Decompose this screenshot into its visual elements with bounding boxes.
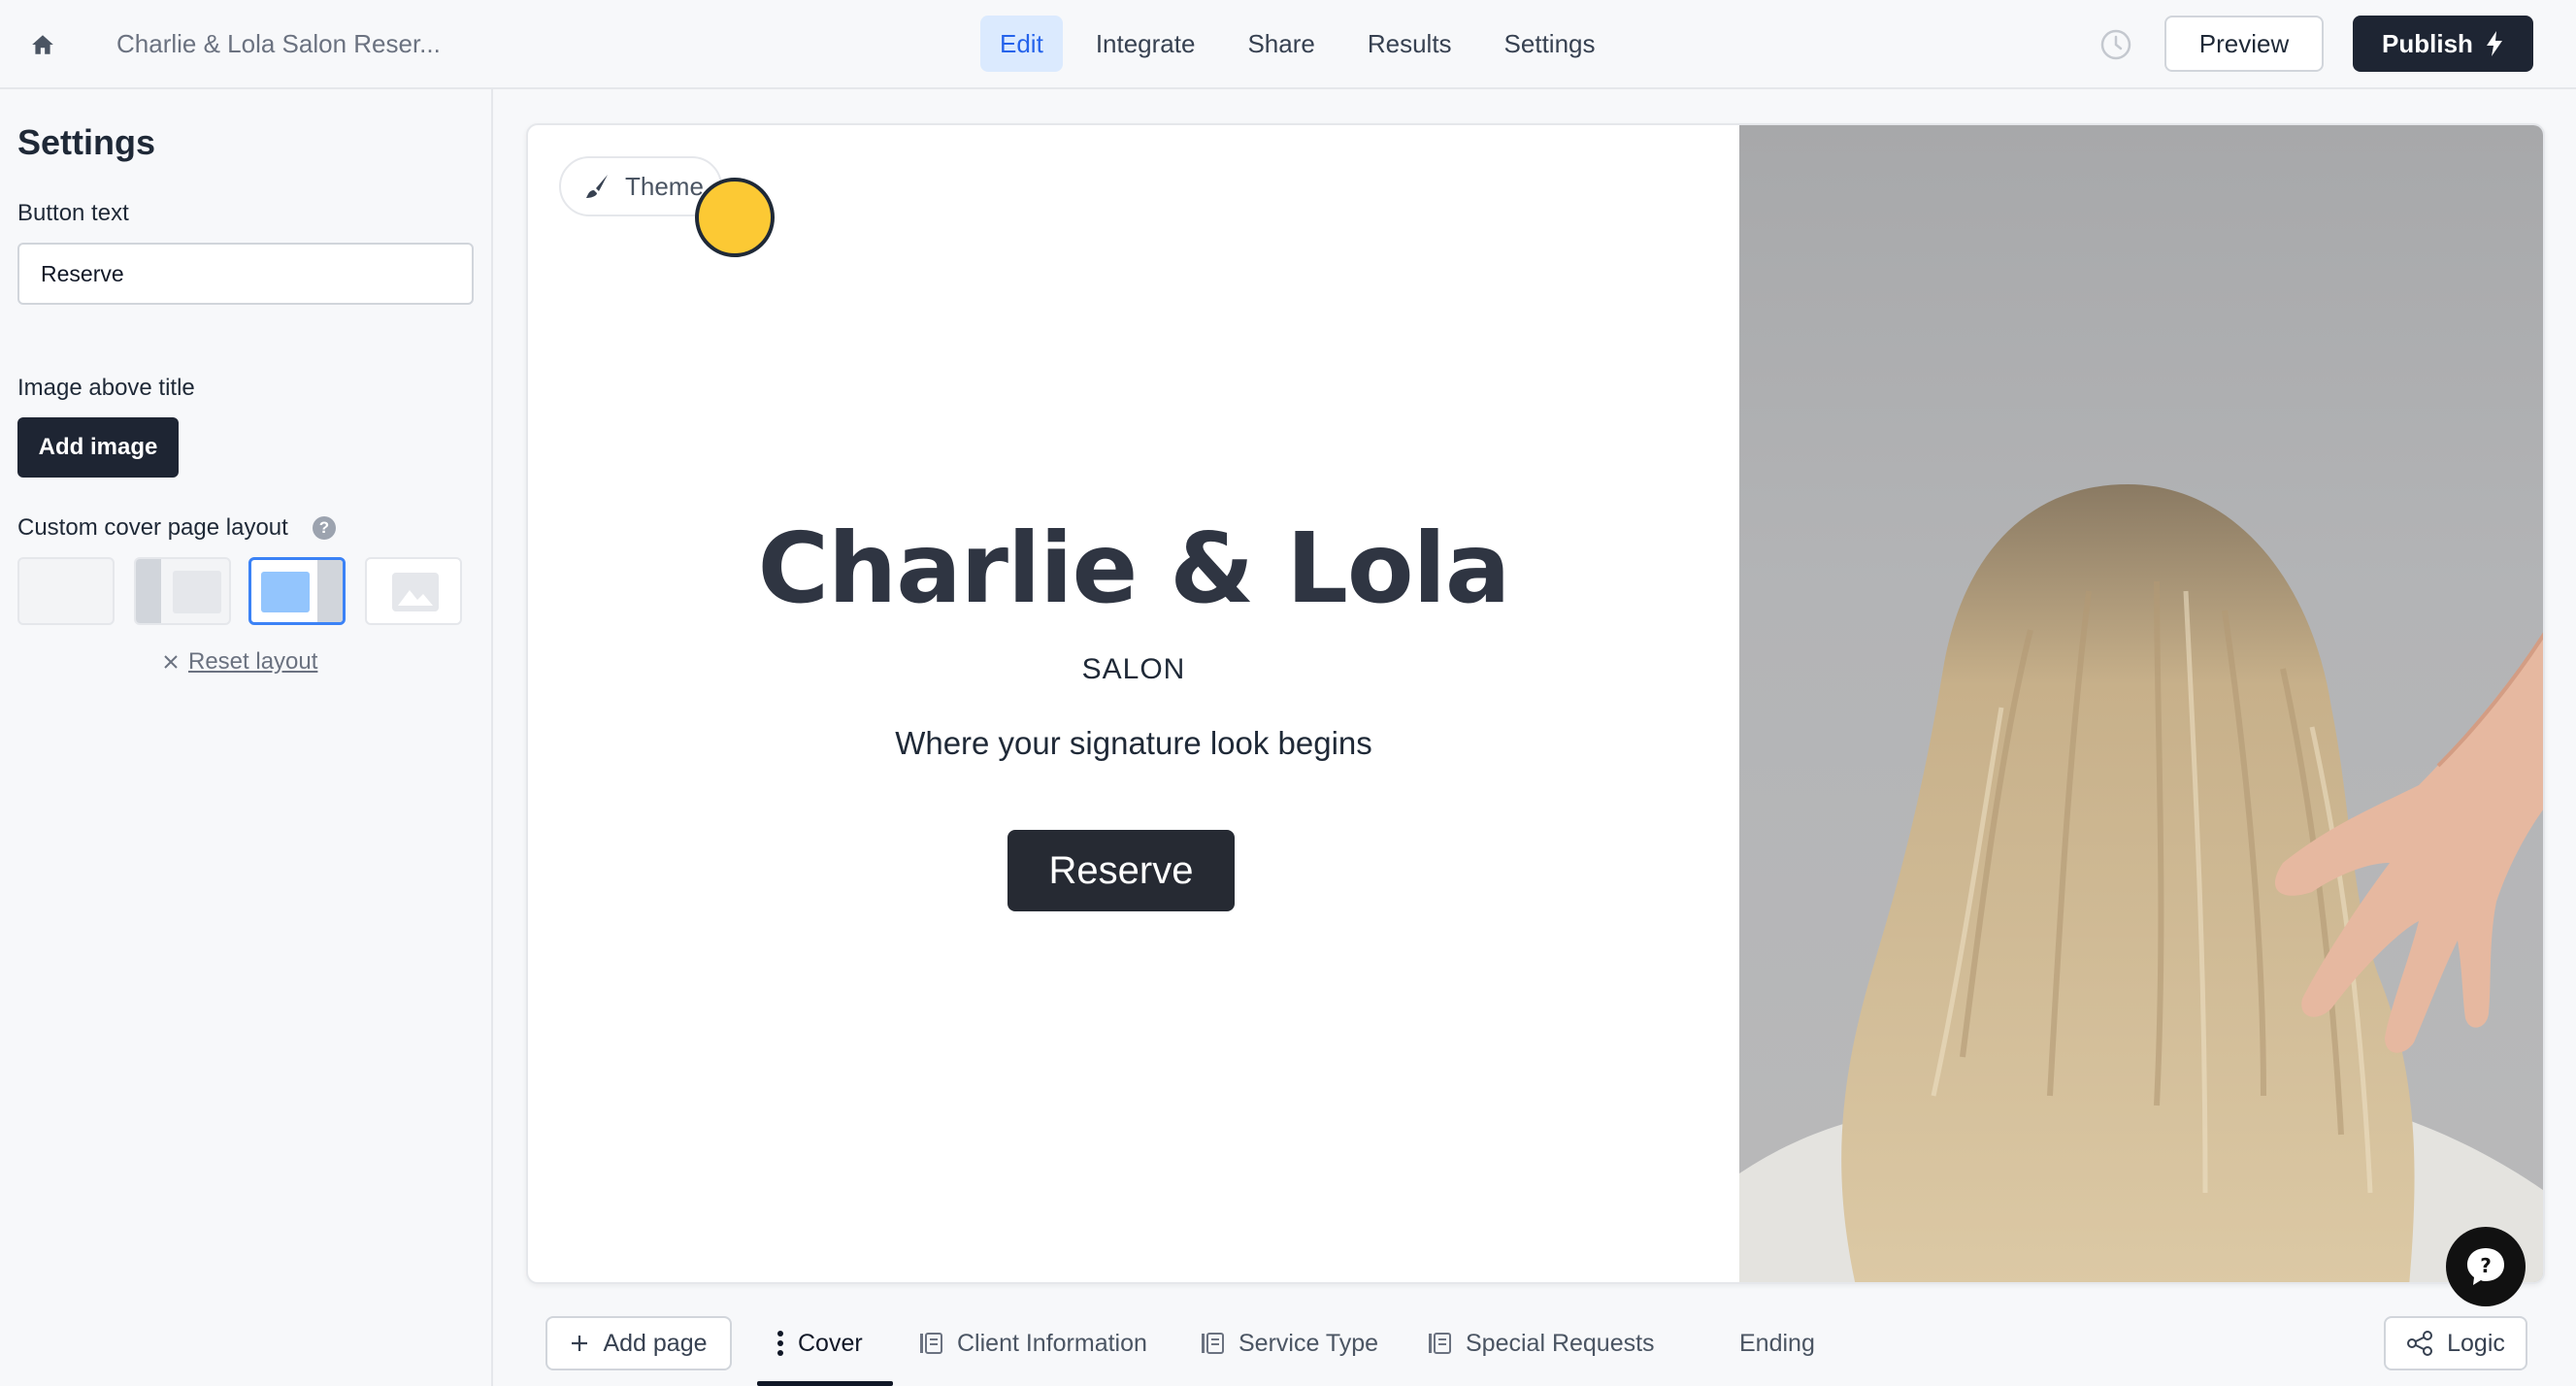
form-page-icon: [1429, 1333, 1451, 1354]
tab-edit[interactable]: Edit: [980, 16, 1063, 72]
layout-option-image-left[interactable]: [134, 557, 231, 625]
page-tab-special-requests[interactable]: Special Requests: [1427, 1316, 1655, 1370]
paintbrush-icon: [586, 175, 608, 198]
layout-preview-block: [173, 571, 221, 613]
svg-text:?: ?: [2480, 1254, 2492, 1277]
image-above-title-label: Image above title: [17, 375, 195, 401]
logic-button[interactable]: Logic: [2384, 1316, 2527, 1370]
add-image-button[interactable]: Add image: [17, 417, 179, 478]
layout-right-bar: [317, 560, 343, 622]
layout-option-background-image[interactable]: [365, 557, 462, 625]
close-icon: [164, 655, 178, 669]
add-page-label: Add page: [603, 1329, 708, 1357]
page-tab-label: Special Requests: [1466, 1329, 1655, 1357]
preview-button[interactable]: Preview: [2164, 16, 2324, 72]
chat-question-icon: ?: [2467, 1248, 2504, 1285]
image-icon: [392, 573, 439, 611]
page-tab-label: Ending: [1739, 1329, 1815, 1357]
tab-settings[interactable]: Settings: [1485, 16, 1615, 72]
layout-preview-block: [261, 572, 310, 612]
page-tab-label: Client Information: [957, 1329, 1147, 1357]
layout-option-image-right[interactable]: [248, 557, 346, 625]
plus-icon: [572, 1336, 588, 1351]
reset-layout-label: Reset layout: [188, 648, 318, 675]
page-tab-service-type[interactable]: Service Type: [1200, 1316, 1378, 1370]
cover-reserve-button[interactable]: Reserve: [1007, 830, 1235, 911]
settings-panel: Settings Button text Reserve Image above…: [0, 89, 493, 1386]
cover-page-canvas: Theme Charlie & Lola SALON Where your si…: [526, 123, 2545, 1284]
layout-left-bar: [136, 559, 161, 623]
help-icon[interactable]: ?: [313, 516, 336, 540]
top-bar: Charlie & Lola Salon Reser... Edit Integ…: [0, 0, 2576, 89]
more-vertical-icon[interactable]: [776, 1330, 784, 1357]
page-tab-label: Cover: [798, 1329, 863, 1357]
page-tab-ending[interactable]: Ending: [1739, 1316, 1815, 1370]
cover-tagline[interactable]: Where your signature look begins: [528, 725, 1739, 762]
cover-subtitle[interactable]: SALON: [528, 653, 1739, 686]
publish-button[interactable]: Publish: [2353, 16, 2533, 72]
form-page-icon: [920, 1333, 942, 1354]
custom-layout-label: Custom cover page layout: [17, 514, 288, 541]
cursor-indicator: [695, 178, 775, 257]
cover-photo-illustration: [1739, 484, 2543, 1282]
clock-icon: [2100, 29, 2131, 60]
history-button[interactable]: [2097, 25, 2135, 64]
cover-title[interactable]: Charlie & Lola: [528, 512, 1739, 625]
page-tab-label: Service Type: [1238, 1329, 1379, 1357]
logic-label: Logic: [2447, 1329, 2505, 1357]
home-icon: [32, 35, 53, 54]
home-button[interactable]: [25, 27, 60, 62]
button-text-input[interactable]: Reserve: [17, 243, 474, 305]
form-name[interactable]: Charlie & Lola Salon Reser...: [116, 29, 441, 59]
active-page-indicator: [757, 1381, 893, 1386]
tab-integrate[interactable]: Integrate: [1076, 16, 1215, 72]
layout-option-blank[interactable]: [17, 557, 115, 625]
pages-bar: Add page Cover Client Information Servic…: [495, 1301, 2576, 1386]
form-page-icon: [1202, 1333, 1224, 1354]
lightning-icon: [2486, 31, 2502, 56]
page-tab-client-information[interactable]: Client Information: [918, 1316, 1147, 1370]
help-chat-button[interactable]: ?: [2446, 1227, 2526, 1306]
theme-label: Theme: [625, 171, 704, 201]
publish-label: Publish: [2382, 28, 2473, 58]
add-page-button[interactable]: Add page: [545, 1316, 732, 1370]
page-tab-cover[interactable]: Cover: [776, 1316, 863, 1370]
tab-share[interactable]: Share: [1228, 16, 1334, 72]
button-text-label: Button text: [17, 200, 129, 226]
main-nav: Edit Integrate Share Results Settings: [980, 16, 1629, 72]
reset-layout-link[interactable]: Reset layout: [163, 648, 317, 676]
tab-results[interactable]: Results: [1348, 16, 1471, 72]
share-nodes-icon: [2407, 1331, 2433, 1356]
cover-photo[interactable]: [1739, 125, 2543, 1282]
panel-title: Settings: [17, 122, 156, 162]
